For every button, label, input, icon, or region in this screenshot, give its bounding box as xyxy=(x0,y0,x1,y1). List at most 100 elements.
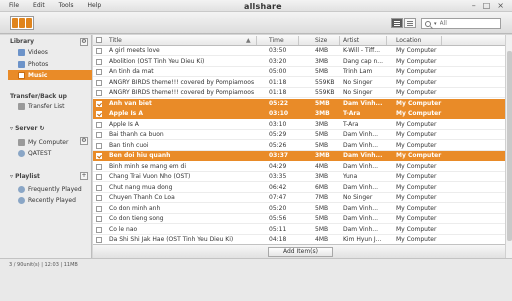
column-location[interactable]: Location xyxy=(396,37,421,44)
row-checkbox[interactable] xyxy=(96,174,102,180)
cell-title: ANGRY BIRDS theme!!! covered by Pompiamo… xyxy=(109,78,254,86)
scrollbar-thumb[interactable] xyxy=(507,51,512,241)
cell-size: 3MB xyxy=(315,110,330,117)
table-row[interactable]: Ben doi hiu quanh 03:37 3MB Dam Vinh... My C… xyxy=(93,151,505,161)
table-row[interactable]: Co don minh anh 05:20 5MB Dam Vinh... My Com… xyxy=(93,204,505,214)
cell-size: 6MB xyxy=(315,183,329,191)
cell-title: Chuyen Thanh Co Loa xyxy=(109,194,175,201)
device-logo-icon[interactable] xyxy=(10,16,34,30)
search-box[interactable]: ▾ xyxy=(421,18,501,29)
sidebar-item-music[interactable]: Music xyxy=(8,70,92,80)
table-row[interactable]: An tinh da mat 05:00 5MB Trinh Lam My Comput… xyxy=(93,67,505,77)
row-checkbox[interactable] xyxy=(96,195,102,201)
add-items-button[interactable]: Add Item(s) xyxy=(268,247,333,257)
cell-time: 04:18 xyxy=(269,236,287,243)
row-checkbox[interactable] xyxy=(96,153,102,159)
table-row[interactable]: Apple Is A 03:10 3MB T-Ara My Computer xyxy=(93,109,505,119)
sidebar-item-frequently-played[interactable]: Frequently Played xyxy=(8,184,92,194)
photo-icon xyxy=(18,60,25,68)
table-row[interactable]: ANGRY BIRDS theme!!! covered by Pompiamo… xyxy=(93,88,505,98)
menu-help[interactable]: Help xyxy=(87,2,101,9)
row-checkbox[interactable] xyxy=(96,205,102,212)
sidebar-item-recently-played[interactable]: Recently Played xyxy=(8,195,92,205)
column-artist[interactable]: Artist xyxy=(343,37,359,44)
select-all-checkbox[interactable] xyxy=(96,37,102,43)
table-row[interactable]: Chang Trai Vuon Nho (OST) 03:35 3MB Yuna My … xyxy=(93,172,505,182)
table-row[interactable]: Abolition (OST Tinh Yeu Dieu Ki) 03:20 3MB… xyxy=(93,57,505,67)
row-checkbox[interactable] xyxy=(96,226,102,233)
table-row[interactable]: Bai thanh ca buon 05:29 5MB Dam Vinh... My C… xyxy=(93,130,505,140)
row-checkbox[interactable] xyxy=(96,121,102,128)
cell-title: Da Shi Shi Jak Hae (OST Tinh Yeu Dieu Ki… xyxy=(109,236,234,243)
close-icon[interactable]: × xyxy=(497,1,504,11)
grid-view-icon[interactable] xyxy=(404,18,416,28)
menu-tools[interactable]: Tools xyxy=(59,2,74,9)
table-row[interactable]: Anh van biet 05:22 5MB Dam Vinh... My Comput… xyxy=(93,98,505,109)
cell-title: Bai thanh ca buon xyxy=(109,131,164,138)
row-checkbox[interactable] xyxy=(96,58,102,65)
table-row[interactable]: Ban tinh cuoi 05:26 5MB Dam Vinh... My Compu… xyxy=(93,141,505,151)
row-checkbox[interactable] xyxy=(96,90,102,96)
cell-size: 5MB xyxy=(315,204,329,212)
chevron-down-icon[interactable]: ▾ xyxy=(434,21,437,27)
sidebar-item-transfer-list[interactable]: Transfer List xyxy=(8,101,92,111)
table-row[interactable]: Binh minh se mang em di 04:29 4MB Dam Vinh.… xyxy=(93,162,505,172)
add-playlist-icon[interactable]: + xyxy=(80,172,88,180)
table-row[interactable]: A girl meets love 03:50 4MB K-Will - Tiff..… xyxy=(93,46,505,56)
playlist-icon xyxy=(18,196,25,204)
row-checkbox[interactable] xyxy=(96,69,102,75)
row-checkbox[interactable] xyxy=(96,111,102,117)
row-checkbox[interactable] xyxy=(96,100,102,107)
cell-location: My Computer xyxy=(396,89,437,96)
row-checkbox[interactable] xyxy=(96,48,102,54)
column-title[interactable]: Title xyxy=(109,37,122,44)
table-row[interactable]: Chut nang mua dong 06:42 6MB Dam Vinh... My … xyxy=(93,183,505,193)
playlist-heading: ▿ Playlist xyxy=(10,173,40,180)
cell-title: ANGRY BIRDS theme!!! covered by Pompiamo… xyxy=(109,89,254,96)
library-settings-icon[interactable]: ⚙ xyxy=(80,38,88,46)
table-row[interactable]: ANGRY BIRDS theme!!! covered by Pompiamo… xyxy=(93,78,505,88)
minimize-icon[interactable]: – xyxy=(472,1,476,11)
cell-artist: T-Ara xyxy=(343,120,359,128)
table-row[interactable]: Co le nao 05:11 5MB Dam Vinh... My Computer xyxy=(93,225,505,235)
cell-size: 4MB xyxy=(315,236,329,243)
transfer-icon xyxy=(18,102,25,110)
cell-title: Co don minh anh xyxy=(109,204,161,212)
library-heading: Library xyxy=(10,38,35,45)
column-time[interactable]: Time xyxy=(269,37,284,44)
cell-title: Anh van biet xyxy=(109,99,152,107)
cell-size: 5MB xyxy=(315,141,329,149)
row-checkbox[interactable] xyxy=(96,184,102,191)
computer-settings-icon[interactable]: ⚙ xyxy=(80,137,88,145)
cell-size: 5MB xyxy=(315,225,329,233)
column-size[interactable]: Size xyxy=(315,37,327,44)
row-checkbox[interactable] xyxy=(96,79,102,86)
cell-location: My Computer xyxy=(396,57,437,65)
cell-artist: Dam Vinh... xyxy=(343,183,379,191)
row-checkbox[interactable] xyxy=(96,142,102,149)
row-checkbox[interactable] xyxy=(96,163,102,170)
table-row[interactable]: Co don tieng song 05:56 5MB Dam Vinh... My C… xyxy=(93,214,505,224)
row-checkbox[interactable] xyxy=(96,216,102,222)
cell-location: My Computer xyxy=(396,131,437,138)
sidebar-item-qatest[interactable]: QATEST xyxy=(8,148,92,158)
row-checkbox[interactable] xyxy=(96,237,102,243)
server-icon xyxy=(18,149,25,157)
cell-artist: Trinh Lam xyxy=(343,68,373,75)
cell-size: 7MB xyxy=(315,194,329,201)
table-row[interactable]: Chuyen Thanh Co Loa 07:47 7MB No Singer My C… xyxy=(93,193,505,203)
search-input[interactable] xyxy=(439,20,490,27)
sidebar-item-photos[interactable]: Photos xyxy=(8,59,92,69)
menu-file[interactable]: File xyxy=(9,2,19,9)
sidebar-item-videos[interactable]: Videos xyxy=(8,47,92,57)
row-checkbox[interactable] xyxy=(96,132,102,138)
cell-size: 559KB xyxy=(315,89,335,96)
maximize-icon[interactable]: □ xyxy=(483,1,491,11)
cell-artist: Dang cap n... xyxy=(343,57,384,65)
table-row[interactable]: Apple Is A 03:10 3MB T-Ara My Computer xyxy=(93,120,505,130)
cell-title: Ben doi hiu quanh xyxy=(109,152,171,159)
menu-edit[interactable]: Edit xyxy=(33,2,45,9)
scrollbar[interactable] xyxy=(505,35,512,258)
status-text: 3 / 90unit(s) | 12:03 | 11MB xyxy=(9,262,78,268)
list-view-icon[interactable] xyxy=(391,18,403,28)
